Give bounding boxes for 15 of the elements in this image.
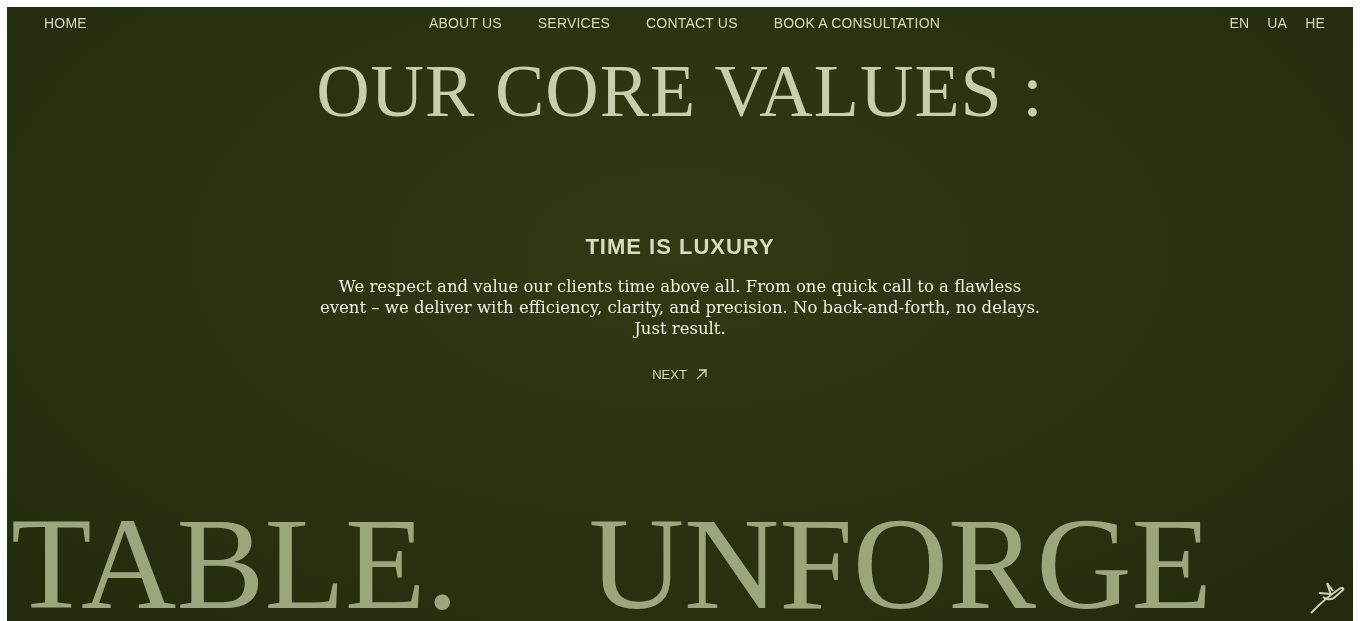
- language-link[interactable]: EN: [1229, 15, 1250, 31]
- nav-link[interactable]: CONTACT US: [646, 15, 738, 31]
- arrow-icon: [694, 368, 708, 381]
- nav-link[interactable]: ABOUT US: [428, 15, 502, 31]
- value-title: TIME IS LUXURY: [585, 234, 775, 260]
- page-heading: OUR CORE VALUES :: [316, 49, 1044, 134]
- next-link[interactable]: NEXT: [652, 367, 708, 382]
- value-description: We respect and value our clients time above all. From one quick call to a flawless event – we deliver with efficiency, clarity, and precision. No back-and-forth, no delays. Just result.: [318, 276, 1042, 339]
- nav-link[interactable]: SERVICES: [537, 15, 610, 31]
- home-link[interactable]: HOME: [44, 15, 429, 31]
- language-link[interactable]: HE: [1305, 15, 1325, 31]
- language-link[interactable]: UA: [1267, 15, 1288, 31]
- nav-link[interactable]: BOOK A CONSULTATION: [773, 15, 941, 31]
- marquee-text: UNFORGE: [588, 511, 1213, 617]
- marquee-text: TABLE.: [11, 511, 459, 617]
